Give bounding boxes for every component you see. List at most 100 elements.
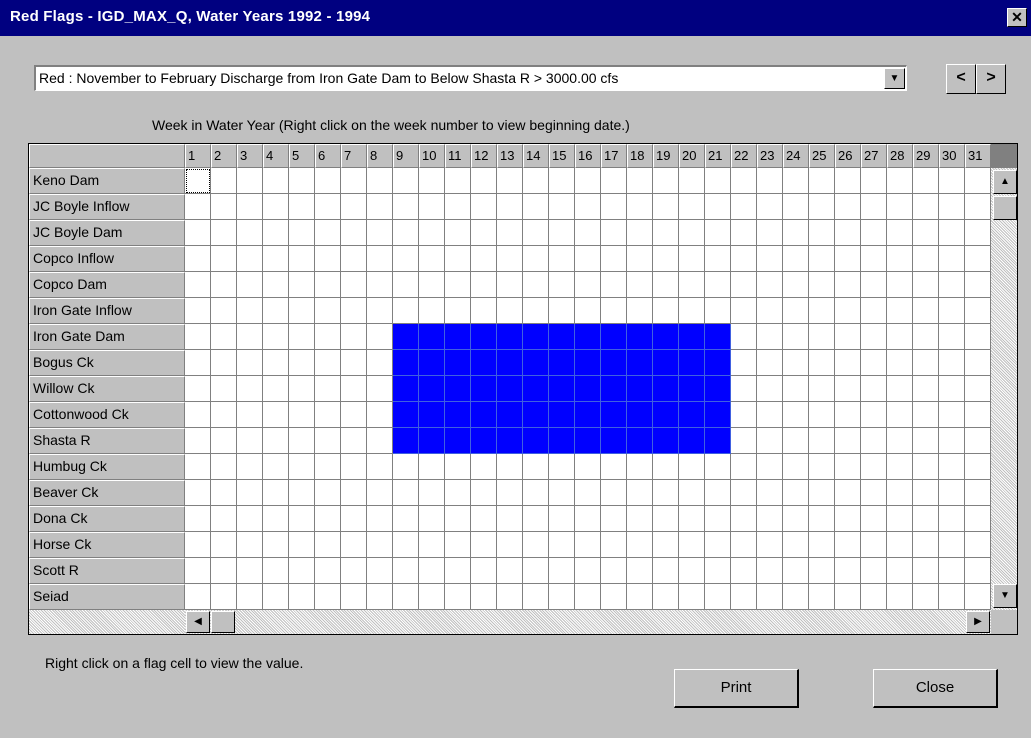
- location-header-iron-gate-inflow[interactable]: Iron Gate Inflow: [29, 298, 185, 324]
- grid-cell[interactable]: [367, 558, 393, 584]
- grid-cell[interactable]: [913, 168, 939, 194]
- grid-cell[interactable]: [289, 220, 315, 246]
- grid-cell[interactable]: [939, 454, 965, 480]
- grid-cell[interactable]: [523, 350, 549, 376]
- grid-cell[interactable]: [393, 376, 419, 402]
- grid-cell[interactable]: [549, 324, 575, 350]
- grid-cell[interactable]: [601, 246, 627, 272]
- grid-cell[interactable]: [523, 324, 549, 350]
- grid-cell[interactable]: [809, 350, 835, 376]
- grid-cell[interactable]: [315, 220, 341, 246]
- grid-cell[interactable]: [289, 194, 315, 220]
- grid-cell[interactable]: [263, 376, 289, 402]
- grid-cell[interactable]: [575, 506, 601, 532]
- grid-cell[interactable]: [965, 168, 991, 194]
- grid-cell[interactable]: [861, 350, 887, 376]
- grid-cell[interactable]: [705, 246, 731, 272]
- horizontal-scroll-thumb[interactable]: [211, 611, 235, 633]
- grid-cell[interactable]: [705, 480, 731, 506]
- grid-cell[interactable]: [445, 168, 471, 194]
- grid-cell[interactable]: [523, 402, 549, 428]
- grid-cell[interactable]: [315, 402, 341, 428]
- grid-cell[interactable]: [575, 558, 601, 584]
- week-header-1[interactable]: 1: [185, 144, 211, 168]
- grid-cell[interactable]: [575, 480, 601, 506]
- grid-cell[interactable]: [393, 246, 419, 272]
- grid-cell[interactable]: [237, 480, 263, 506]
- grid-cell[interactable]: [315, 350, 341, 376]
- week-header-12[interactable]: 12: [471, 144, 497, 168]
- week-header-25[interactable]: 25: [809, 144, 835, 168]
- grid-cell[interactable]: [237, 246, 263, 272]
- grid-cell[interactable]: [835, 350, 861, 376]
- grid-cell[interactable]: [185, 298, 211, 324]
- grid-cell[interactable]: [783, 246, 809, 272]
- grid-cell[interactable]: [913, 454, 939, 480]
- grid-cell[interactable]: [211, 454, 237, 480]
- grid-cell[interactable]: [887, 324, 913, 350]
- week-header-13[interactable]: 13: [497, 144, 523, 168]
- grid-cell[interactable]: [835, 168, 861, 194]
- grid-cell[interactable]: [445, 376, 471, 402]
- grid-cell[interactable]: [185, 246, 211, 272]
- grid-cell[interactable]: [497, 324, 523, 350]
- grid-cell[interactable]: [315, 168, 341, 194]
- grid-cell[interactable]: [809, 376, 835, 402]
- grid-cell[interactable]: [627, 584, 653, 610]
- grid-cell[interactable]: [419, 194, 445, 220]
- grid-cell[interactable]: [835, 506, 861, 532]
- week-header-26[interactable]: 26: [835, 144, 861, 168]
- grid-cell[interactable]: [497, 506, 523, 532]
- grid-cell[interactable]: [523, 428, 549, 454]
- grid-cell[interactable]: [497, 272, 523, 298]
- grid-cell[interactable]: [289, 324, 315, 350]
- grid-cell[interactable]: [627, 402, 653, 428]
- grid-cell[interactable]: [419, 324, 445, 350]
- grid-cell[interactable]: [913, 402, 939, 428]
- grid-cell[interactable]: [367, 194, 393, 220]
- grid-cell[interactable]: [471, 480, 497, 506]
- grid-cell[interactable]: [783, 506, 809, 532]
- grid-cell[interactable]: [471, 532, 497, 558]
- grid-cell[interactable]: [549, 454, 575, 480]
- grid-cell[interactable]: [263, 220, 289, 246]
- grid-cell[interactable]: [757, 220, 783, 246]
- grid-cell[interactable]: [757, 376, 783, 402]
- grid-cell[interactable]: [315, 324, 341, 350]
- grid-cell[interactable]: [705, 532, 731, 558]
- grid-cell[interactable]: [861, 272, 887, 298]
- location-header-bogus-ck[interactable]: Bogus Ck: [29, 350, 185, 376]
- grid-cell[interactable]: [315, 558, 341, 584]
- grid-cell[interactable]: [471, 584, 497, 610]
- grid-cell[interactable]: [939, 298, 965, 324]
- grid-cell[interactable]: [887, 220, 913, 246]
- grid-cell[interactable]: [393, 558, 419, 584]
- grid-cell[interactable]: [653, 558, 679, 584]
- grid-cell[interactable]: [445, 532, 471, 558]
- grid-cell[interactable]: [289, 454, 315, 480]
- grid-cell[interactable]: [757, 246, 783, 272]
- grid-cell[interactable]: [653, 272, 679, 298]
- grid-cell[interactable]: [939, 350, 965, 376]
- grid-cell[interactable]: [263, 194, 289, 220]
- grid-cell[interactable]: [913, 376, 939, 402]
- grid-cell[interactable]: [497, 246, 523, 272]
- grid-cell[interactable]: [861, 532, 887, 558]
- grid-cell[interactable]: [679, 506, 705, 532]
- grid-cell[interactable]: [627, 532, 653, 558]
- location-header-copco-dam[interactable]: Copco Dam: [29, 272, 185, 298]
- grid-cell[interactable]: [757, 298, 783, 324]
- week-header-15[interactable]: 15: [549, 144, 575, 168]
- grid-cell[interactable]: [731, 246, 757, 272]
- grid-cell[interactable]: [445, 324, 471, 350]
- grid-cell[interactable]: [601, 506, 627, 532]
- grid-cell[interactable]: [237, 298, 263, 324]
- grid-cell[interactable]: [965, 246, 991, 272]
- grid-cell[interactable]: [887, 506, 913, 532]
- week-header-9[interactable]: 9: [393, 144, 419, 168]
- grid-cell[interactable]: [757, 194, 783, 220]
- grid-cell[interactable]: [471, 194, 497, 220]
- grid-cell[interactable]: [965, 480, 991, 506]
- grid-cell[interactable]: [393, 350, 419, 376]
- location-header-keno-dam[interactable]: Keno Dam: [29, 168, 185, 194]
